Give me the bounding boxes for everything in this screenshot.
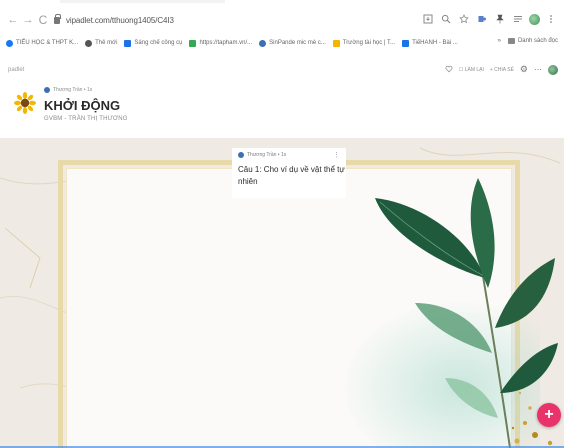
bookmark-label: TiếHANH - Bài ...	[412, 40, 458, 46]
reading-list-icon	[507, 38, 515, 44]
bookmark-label: Thẻ mới	[95, 40, 118, 46]
bookmarks-right: » Danh sách đọc	[498, 38, 558, 44]
active-tab[interactable]	[60, 0, 225, 3]
heart-icon[interactable]	[445, 65, 453, 75]
reading-list-label: Danh sách đọc	[517, 38, 558, 44]
doc-icon	[402, 39, 410, 47]
post-author-avatar	[238, 152, 244, 158]
bookmark-label: https://tapham.vn/...	[199, 40, 253, 46]
more-icon[interactable]: ⋯	[534, 65, 542, 74]
bookmark-item[interactable]: Trường tài học | T...	[332, 39, 396, 47]
bookmarks-overflow-button[interactable]: »	[498, 38, 501, 44]
padlet-logo[interactable]: padlet	[8, 67, 24, 73]
star-icon[interactable]	[457, 12, 471, 26]
school-icon	[332, 39, 340, 47]
post-text: Câu 1: Cho ví dụ về vật thể tự nhiên	[238, 165, 345, 186]
kebab-icon[interactable]	[544, 12, 558, 26]
bookmark-item[interactable]: SinPande mic mè c...	[259, 39, 326, 47]
post-author-text: Thương Trần • 1s	[247, 152, 287, 158]
zoom-icon[interactable]	[439, 12, 453, 26]
tab-strip	[0, 0, 564, 4]
post-more-icon[interactable]: ⋮	[333, 151, 340, 159]
bookmark-label: TIẾU HỌC & THPT K...	[16, 40, 79, 46]
bookmark-item[interactable]: TIẾU HỌC & THPT K...	[6, 39, 79, 47]
page-title: KHỞI ĐỘNG	[44, 98, 121, 113]
download-icon[interactable]	[421, 12, 435, 26]
lock-icon	[54, 13, 61, 24]
forward-button[interactable]: →	[21, 13, 35, 27]
bookmark-item[interactable]: TiếHANH - Bài ...	[402, 39, 458, 47]
share-button[interactable]: + CHIA SẺ	[490, 67, 514, 73]
wall-author-text: Thương Trần • 1s	[53, 87, 93, 93]
url-text: vipadlet.com/tthuong1405/C4I3	[66, 15, 174, 25]
bookmarks-bar: TIẾU HỌC & THPT K... Thẻ mới Sáng chế cô…	[0, 34, 564, 52]
bookmark-item[interactable]: https://tapham.vn/...	[189, 39, 253, 47]
bookmark-item[interactable]: Thẻ mới	[85, 39, 118, 47]
toolbar-icons	[421, 12, 558, 26]
bookmark-label: Trường tài học | T...	[342, 40, 396, 46]
globe-icon	[85, 39, 93, 47]
bookmark-label: SinPande mic mè c...	[269, 40, 326, 46]
add-post-button[interactable]: +	[537, 403, 561, 427]
sunflower-icon	[14, 92, 36, 114]
bookmark-label: Sáng chế công cụ	[134, 40, 183, 46]
author-avatar	[44, 87, 50, 93]
globe-icon	[259, 39, 267, 47]
post-author: Thương Trần • 1s	[238, 152, 342, 158]
facebook-icon	[6, 39, 13, 47]
post-card[interactable]: Thương Trần • 1s ⋮ Câu 1: Cho ví dụ về v…	[232, 148, 346, 198]
pin-icon[interactable]	[493, 12, 507, 26]
browser-toolbar: ← → C vipadlet.com/tthuong1405/C4I3	[0, 8, 564, 32]
reload-button[interactable]: C	[36, 13, 50, 27]
avatar[interactable]	[548, 64, 558, 75]
profile-icon[interactable]	[529, 13, 540, 25]
page-subtitle: GVBM - TRẦN THỊ THƯƠNG	[44, 116, 128, 122]
reading-list-button[interactable]: Danh sách đọc	[507, 38, 558, 44]
link-icon	[189, 39, 197, 47]
address-bar[interactable]: vipadlet.com/tthuong1405/C4I3	[54, 11, 434, 29]
bookmark-item[interactable]: Sáng chế công cụ	[124, 39, 183, 47]
padlet-header: padlet ☐ LÀM LẠI + CHIA SẺ ⚙ ⋯ Thương Tr…	[0, 52, 564, 138]
doc-icon	[124, 39, 132, 47]
remake-button[interactable]: ☐ LÀM LẠI	[459, 67, 484, 73]
gear-icon[interactable]: ⚙	[520, 64, 528, 75]
extension-icon[interactable]	[475, 12, 489, 26]
menu-list-icon[interactable]	[511, 12, 525, 26]
back-button[interactable]: ←	[6, 13, 20, 27]
wall-author: Thương Trần • 1s	[44, 87, 92, 93]
header-actions: ☐ LÀM LẠI + CHIA SẺ ⚙ ⋯	[445, 64, 558, 75]
